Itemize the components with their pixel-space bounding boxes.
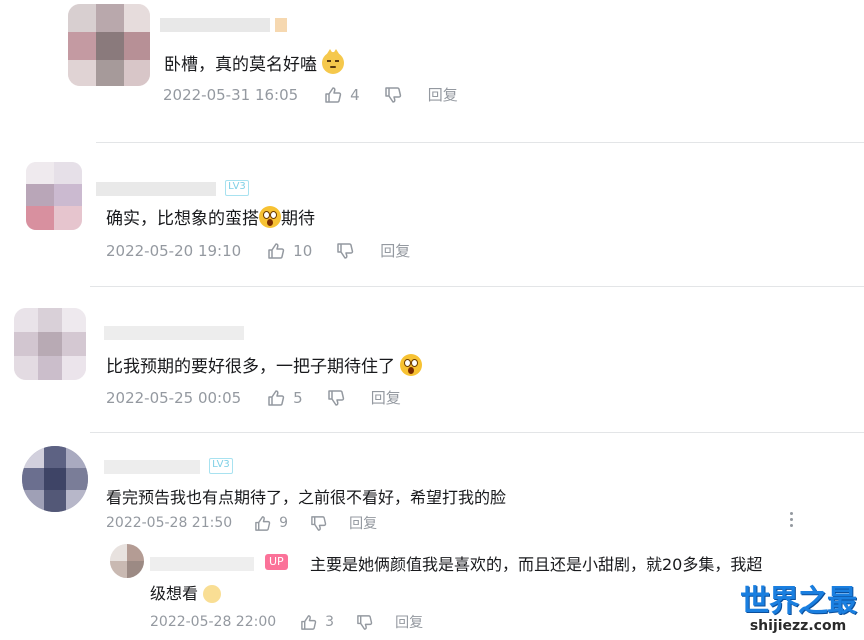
username-blurred[interactable]: LV3 [96,178,249,196]
reply-button[interactable]: 回复 [380,240,410,261]
like-count: 9 [279,515,289,531]
avatar-blurred-image [22,446,88,512]
thumbs-up-icon [255,515,271,531]
timestamp: 2022-05-25 00:05 [106,388,242,407]
level-badge: LV3 [209,457,233,474]
divider [96,142,864,143]
watermark-url: shijiezz.com [749,618,847,634]
comment-text: 比我预期的要好很多，一把子期待住了 [106,352,423,377]
timestamp: 2022-05-28 22:00 [150,614,277,630]
username-blurred[interactable] [160,14,288,32]
reply-button[interactable]: 回复 [428,84,458,105]
thumbs-down-icon [384,86,401,103]
reply-avatar[interactable] [110,544,144,578]
avatar[interactable] [68,4,150,86]
avatar-blurred-image [26,162,82,230]
thumbs-up-icon [268,389,285,406]
up-badge: UP [265,554,288,570]
like-count: 5 [293,388,303,407]
more-options-icon[interactable] [786,512,796,527]
reply-button[interactable]: 回复 [371,387,401,408]
dislike-button[interactable] [356,614,373,631]
avatar-blurred-image [110,544,144,578]
cat-emoji-icon [322,49,345,74]
thumbs-up-icon [325,86,342,103]
reply-username-blurred[interactable] [150,553,254,571]
comment-text: 看完预告我也有点期待了，之前很不看好，希望打我的脸 [106,488,507,507]
like-button[interactable]: 10 [267,242,312,260]
comment-meta: 2022-05-25 00:05 5 回复 [106,387,401,408]
comment-text: 确实，比想象的蛮搭 期待 [106,204,315,229]
avatar[interactable] [26,162,82,230]
reply-text-line-1: 主要是她俩颜值我是喜欢的，而且还是小甜剧，就20多集，我超 [310,555,763,574]
comment-text: 卧槽，真的莫名好嗑 [164,49,345,75]
comment-meta: 2022-05-20 19:10 10 回复 [106,240,410,261]
like-count: 4 [350,85,360,104]
reply-meta: 2022-05-28 22:00 3 回复 [150,612,423,632]
like-count: 10 [293,241,313,260]
reply-button[interactable]: 回复 [395,612,423,632]
thumbs-down-icon [327,389,344,406]
level-badge: LV3 [225,179,249,196]
reply-button[interactable]: 回复 [349,513,377,533]
like-button[interactable]: 5 [267,389,303,407]
comment-meta: 2022-05-31 16:05 4 回复 [163,84,458,105]
thumbs-down-icon [357,614,373,630]
username-blurred[interactable] [104,322,244,340]
like-button[interactable]: 4 [324,86,360,104]
thumbs-up-icon [301,614,317,630]
dislike-button[interactable] [327,389,345,407]
comment-meta: 2022-05-28 21:50 9 回复 [106,513,377,533]
thumbs-down-icon [337,242,354,259]
watermark-title: 世界之最 [740,584,857,619]
like-button[interactable]: 3 [300,614,334,631]
avatar-blurred-image [68,4,150,86]
shocked-emoji-icon [400,354,423,376]
sweat-emoji-icon [203,585,222,603]
dislike-button[interactable] [384,86,402,104]
username-blurred[interactable]: LV3 [104,456,233,474]
watermark: 世界之最 shijiezz.com [740,584,857,635]
thumbs-up-icon [268,242,285,259]
divider [90,432,864,433]
avatar[interactable] [14,308,86,380]
thumbs-down-icon [311,515,327,531]
divider [90,286,864,287]
timestamp: 2022-05-20 19:10 [106,241,242,260]
like-count: 3 [325,614,335,630]
reply-text-line-2: 级想看 [150,580,222,604]
shocked-emoji-icon [259,206,281,228]
dislike-button[interactable] [310,515,327,532]
timestamp: 2022-05-31 16:05 [163,85,299,104]
avatar[interactable] [22,446,88,512]
timestamp: 2022-05-28 21:50 [106,515,233,531]
dislike-button[interactable] [336,242,354,260]
avatar-blurred-image [14,308,86,380]
like-button[interactable]: 9 [254,515,288,532]
